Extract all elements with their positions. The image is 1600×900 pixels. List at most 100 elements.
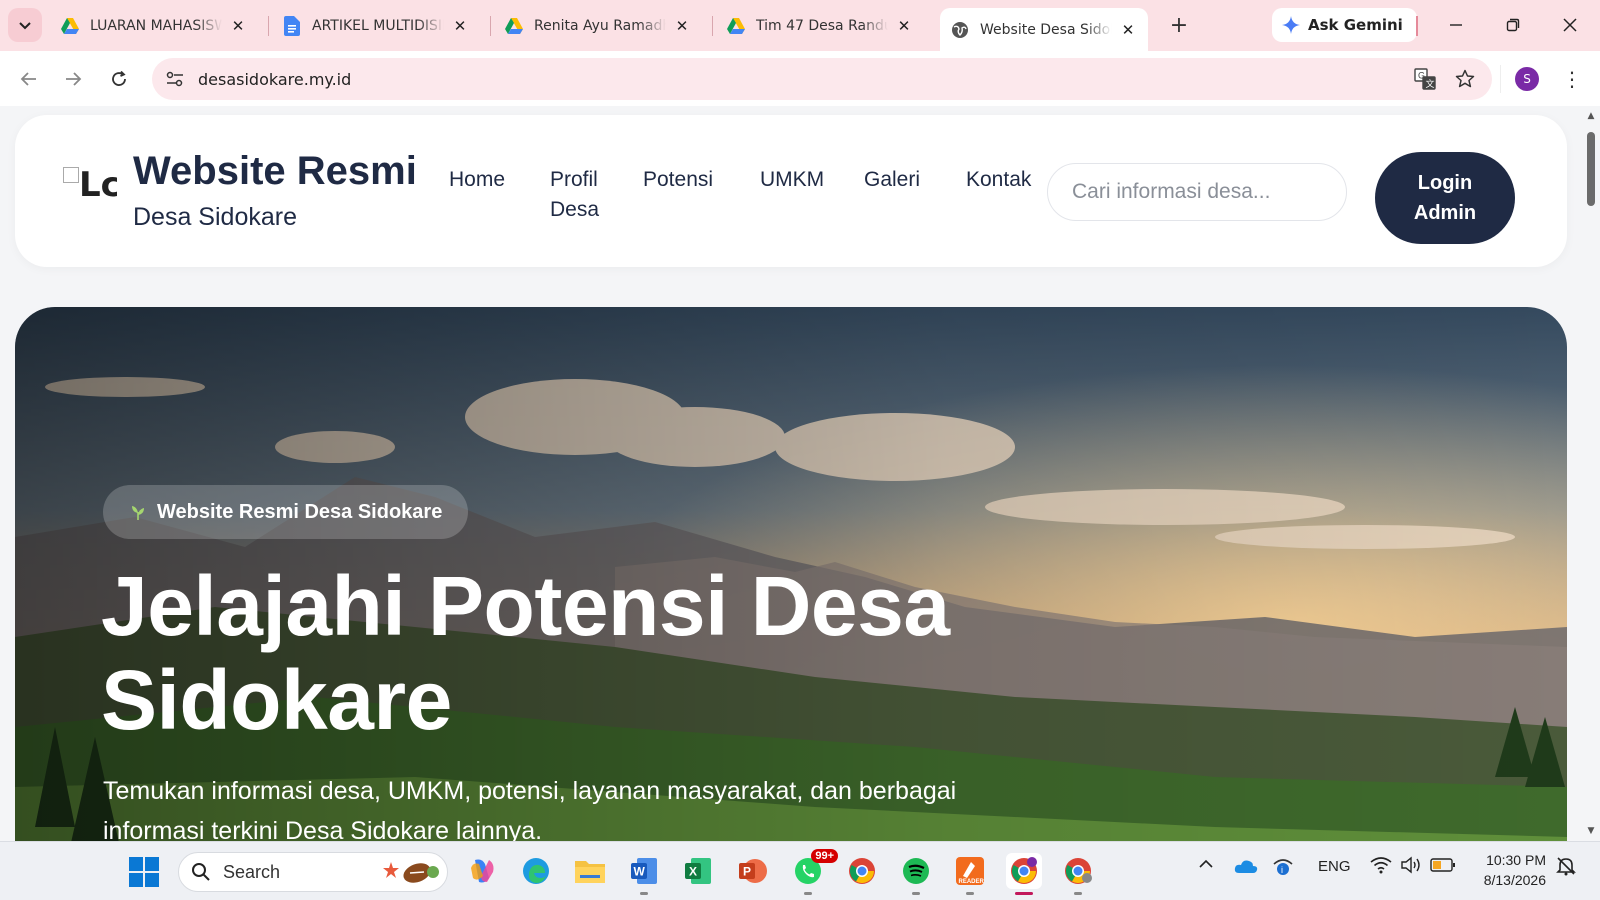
spotify-icon[interactable] <box>898 853 934 895</box>
hero-description: Temukan informasi desa, UMKM, potensi, l… <box>103 777 957 841</box>
browser-menu-icon[interactable]: ⋮ <box>1560 64 1584 94</box>
gemini-sparkle-icon <box>1282 16 1300 34</box>
back-button[interactable] <box>13 63 45 95</box>
brand-subtitle[interactable]: Desa Sidokare <box>133 203 297 232</box>
scroll-down-icon[interactable]: ▼ <box>1586 826 1596 836</box>
nav-kontak[interactable]: Kontak <box>966 165 1031 195</box>
chevron-down-icon <box>19 22 31 30</box>
tab-title: Renita Ayu Ramadhani <box>534 18 666 34</box>
hero-section: Website Resmi Desa Sidokare Jelajahi Pot… <box>15 307 1567 841</box>
logo-alt-text: Lc <box>79 165 117 205</box>
forward-button[interactable] <box>57 63 89 95</box>
powerpoint-icon[interactable]: P <box>734 853 770 889</box>
svg-text:READER: READER <box>959 879 985 885</box>
google-docs-icon <box>282 16 302 36</box>
whatsapp-unread-badge: 99+ <box>811 849 838 863</box>
restore-button[interactable] <box>1490 8 1536 42</box>
close-tab-icon[interactable]: ✕ <box>228 16 248 36</box>
nav-galeri[interactable]: Galeri <box>864 165 920 195</box>
network-status-icon[interactable]: i <box>1272 856 1296 880</box>
site-logo[interactable]: Lc <box>63 165 117 213</box>
scroll-up-icon[interactable]: ▲ <box>1586 111 1596 121</box>
taskbar-search-label: Search <box>223 861 281 882</box>
scrollbar-thumb[interactable] <box>1587 132 1595 206</box>
site-header: Lc Website Resmi Desa Sidokare Home Prof… <box>15 115 1567 267</box>
clock-date: 8/13/2026 <box>1483 872 1546 888</box>
new-tab-button[interactable]: + <box>1162 10 1196 40</box>
arrow-left-icon <box>20 72 36 86</box>
reload-icon <box>112 70 126 86</box>
close-tab-icon[interactable]: ✕ <box>672 16 692 36</box>
close-tab-icon[interactable]: ✕ <box>1118 20 1138 40</box>
svg-text:P: P <box>743 865 751 879</box>
language-indicator[interactable]: ENG <box>1318 858 1351 875</box>
site-settings-icon[interactable] <box>160 64 190 94</box>
tab-luaran-mahasiswa[interactable]: LUARAN MAHASISWA ✕ <box>50 8 258 44</box>
onedrive-icon[interactable] <box>1234 858 1258 878</box>
minimize-icon <box>1450 24 1462 26</box>
excel-icon[interactable]: X <box>680 853 716 889</box>
address-bar[interactable]: desasidokare.my.id G文 <box>152 58 1492 100</box>
nav-home[interactable]: Home <box>449 165 505 195</box>
tab-title: Website Desa Sidokare <box>980 21 1112 38</box>
windows-taskbar: Search W X P 99+ READER i ENG 10:30 PM 8… <box>0 841 1600 900</box>
search-icon <box>192 863 210 881</box>
whatsapp-icon[interactable]: 99+ <box>790 849 838 895</box>
chevron-up-icon[interactable] <box>1198 856 1214 876</box>
windows-start-icon[interactable] <box>129 857 159 887</box>
close-window-button[interactable] <box>1547 8 1593 42</box>
broken-image-icon <box>63 167 79 183</box>
copilot-icon[interactable] <box>464 853 500 889</box>
ask-gemini-label: Ask Gemini <box>1308 16 1403 34</box>
tab-title: LUARAN MAHASISWA <box>90 18 222 34</box>
nav-potensi[interactable]: Potensi <box>643 165 713 195</box>
tab-title: Tim 47 Desa Randuri <box>756 18 888 34</box>
svg-text:X: X <box>689 865 697 879</box>
tab-artikel-multidisiplin[interactable]: ARTIKEL MULTIDISIPLIN ✕ <box>272 8 480 44</box>
translate-icon[interactable]: G文 <box>1410 64 1440 94</box>
close-tab-icon[interactable]: ✕ <box>450 16 470 36</box>
chrome-profile-active-icon[interactable] <box>1006 853 1042 895</box>
nav-profil-desa[interactable]: Profil Desa <box>550 165 614 225</box>
chrome-profile-icon[interactable] <box>1060 853 1096 895</box>
football-highlight-icon <box>383 858 439 891</box>
search-input[interactable] <box>1047 163 1347 221</box>
word-icon[interactable]: W <box>626 853 662 895</box>
edge-browser-icon[interactable] <box>518 853 554 889</box>
google-drive-icon <box>60 16 80 36</box>
ask-gemini-button[interactable]: Ask Gemini <box>1272 8 1417 42</box>
google-drive-icon <box>504 16 524 36</box>
login-admin-label: Login Admin <box>1413 172 1477 224</box>
page-scrollbar[interactable]: ▲ ▼ <box>1582 106 1600 841</box>
login-admin-button[interactable]: Login Admin <box>1375 152 1515 244</box>
close-icon <box>1563 18 1577 32</box>
reload-button[interactable] <box>103 63 135 95</box>
system-clock[interactable]: 10:30 PM 8/13/2026 <box>1468 850 1546 890</box>
tab-renita-ayu[interactable]: Renita Ayu Ramadhani ✕ <box>494 8 702 44</box>
taskbar-search[interactable]: Search <box>178 852 448 892</box>
svg-text:W: W <box>634 865 646 879</box>
notification-bell-icon[interactable] <box>1556 856 1576 880</box>
file-explorer-icon[interactable] <box>572 853 608 889</box>
wifi-icon[interactable] <box>1370 856 1392 878</box>
nav-umkm[interactable]: UMKM <box>760 165 824 195</box>
bookmark-star-icon[interactable] <box>1450 64 1480 94</box>
svg-text:i: i <box>1281 865 1283 875</box>
browser-toolbar: desasidokare.my.id G文 <box>0 51 1600 106</box>
volume-icon[interactable] <box>1400 856 1422 878</box>
pdf-reader-icon[interactable]: READER <box>952 853 988 895</box>
profile-avatar[interactable]: S <box>1515 67 1539 91</box>
chrome-icon[interactable] <box>844 853 880 889</box>
hero-badge-label: Website Resmi Desa Sidokare <box>157 500 443 523</box>
brand-title[interactable]: Website Resmi <box>133 149 417 194</box>
minimize-button[interactable] <box>1433 8 1479 42</box>
leaf-icon <box>132 506 144 520</box>
tab-search-button[interactable] <box>8 8 42 42</box>
url-text: desasidokare.my.id <box>198 69 352 89</box>
arrow-right-icon <box>66 72 82 86</box>
tab-website-desa-sidokare[interactable]: Website Desa Sidokare ✕ <box>940 8 1148 51</box>
close-tab-icon[interactable]: ✕ <box>894 16 914 36</box>
battery-icon[interactable] <box>1430 857 1456 877</box>
tab-tim-47[interactable]: Tim 47 Desa Randuri ✕ <box>716 8 924 44</box>
clock-time: 10:30 PM <box>1486 852 1546 868</box>
